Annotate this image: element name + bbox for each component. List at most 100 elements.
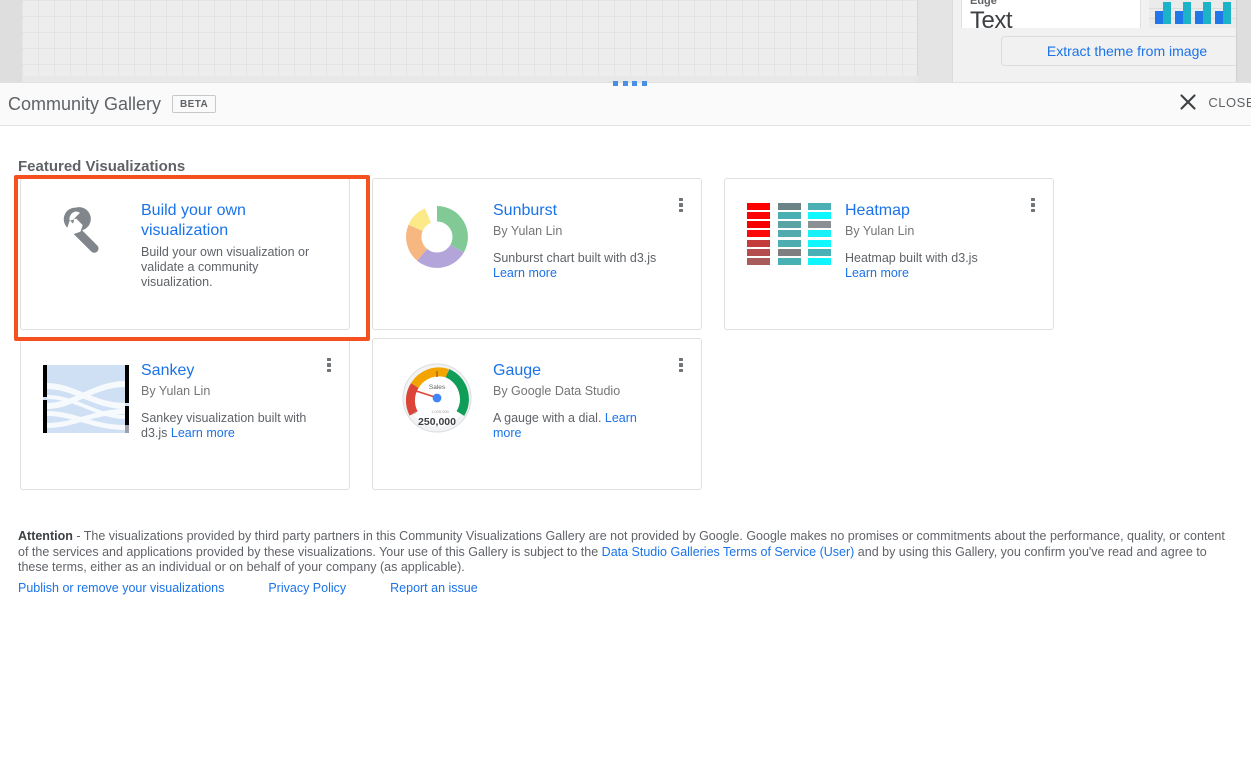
card-thumbnail <box>37 361 133 435</box>
heatmap-cell <box>747 221 770 228</box>
card-title[interactable]: Build your own visualization <box>141 201 323 241</box>
drag-dot <box>642 81 647 86</box>
gauge-max-tick: 1,000,000 <box>431 409 450 414</box>
card-description-text: A gauge with a dial. <box>493 411 605 425</box>
report-canvas[interactable] <box>22 0 918 76</box>
card-sunburst[interactable]: Sunburst By Yulan Lin Sunburst chart bui… <box>372 178 702 330</box>
card-title[interactable]: Gauge <box>493 361 659 381</box>
card-description-text: Sunburst chart built with d3.js <box>493 251 656 265</box>
report-an-issue-link[interactable]: Report an issue <box>390 581 478 595</box>
footer-links: Publish or remove your visualizations Pr… <box>18 581 478 595</box>
heatmap-cell <box>808 221 831 228</box>
card-title[interactable]: Sunburst <box>493 201 659 221</box>
card-overflow-menu-button[interactable] <box>669 353 693 377</box>
heatmap-cell <box>747 212 770 219</box>
heatmap-cell <box>808 203 831 210</box>
report-editor-background: Edge Text Extract theme from image <box>0 0 1251 82</box>
card-gauge[interactable]: Sales 0 1,000,000 250,000 Gauge By Googl… <box>372 338 702 490</box>
sankey-chart-thumbnail <box>39 363 131 435</box>
drag-dot <box>613 81 618 86</box>
card-thumbnail <box>37 201 133 275</box>
heatmap-cell <box>808 212 831 219</box>
heatmap-cell <box>747 230 770 237</box>
card-build-your-own-visualization[interactable]: Build your own visualization Build your … <box>20 178 350 330</box>
card-description: A gauge with a dial. Learn more <box>493 411 659 441</box>
heatmap-cell <box>747 258 770 265</box>
card-description: Build your own visualization or validate… <box>141 245 323 290</box>
menu-dot <box>327 358 331 362</box>
card-overflow-menu-button[interactable] <box>669 193 693 217</box>
wrench-icon <box>60 203 110 253</box>
theme-panel: Edge Text Extract theme from image <box>952 0 1251 82</box>
menu-dot <box>679 203 683 207</box>
gauge-chart-thumbnail: Sales 0 1,000,000 250,000 <box>402 363 472 433</box>
menu-dot <box>327 363 331 367</box>
card-overflow-menu-button[interactable] <box>317 353 341 377</box>
menu-dot <box>1031 203 1035 207</box>
heatmap-column <box>747 203 770 265</box>
card-title[interactable]: Heatmap <box>845 201 1011 221</box>
card-thumbnail <box>741 201 837 275</box>
close-label: CLOSE <box>1208 95 1251 110</box>
heatmap-cell <box>778 249 801 256</box>
card-title[interactable]: Sankey <box>141 361 307 381</box>
card-author: By Yulan Lin <box>845 224 1011 239</box>
card-sankey[interactable]: Sankey By Yulan Lin Sankey visualization… <box>20 338 350 490</box>
heatmap-cell <box>808 249 831 256</box>
attention-disclaimer: Attention - The visualizations provided … <box>18 529 1230 576</box>
heatmap-cell <box>747 240 770 247</box>
menu-dot <box>679 369 683 373</box>
learn-more-link[interactable]: Learn more <box>493 266 557 280</box>
menu-dot <box>327 369 331 373</box>
heatmap-column <box>778 203 801 265</box>
drag-dot <box>623 81 628 86</box>
panel-resize-drag-handle[interactable] <box>613 79 647 87</box>
gauge-metric-label: Sales <box>429 384 446 391</box>
card-author: By Google Data Studio <box>493 384 659 399</box>
heatmap-cell <box>778 230 801 237</box>
beta-badge: BETA <box>172 95 216 113</box>
card-author: By Yulan Lin <box>141 384 307 399</box>
heatmap-cell <box>778 258 801 265</box>
gauge-value: 250,000 <box>418 416 456 428</box>
menu-dot <box>679 358 683 362</box>
heatmap-cell <box>778 203 801 210</box>
canvas-right-gutter <box>918 0 952 82</box>
close-icon <box>1178 92 1198 112</box>
heatmap-column <box>808 203 831 265</box>
card-author: By Yulan Lin <box>493 224 659 239</box>
learn-more-link[interactable]: Learn more <box>171 426 235 440</box>
visualization-card-grid: Build your own visualization Build your … <box>20 178 1080 490</box>
card-description: Sankey visualization built with d3.js Le… <box>141 411 307 441</box>
menu-dot <box>679 363 683 367</box>
heatmap-cell <box>808 230 831 237</box>
gallery-header: Community Gallery BETA CLOSE <box>0 83 1251 126</box>
heatmap-cell <box>808 240 831 247</box>
card-thumbnail <box>389 201 485 275</box>
card-thumbnail: Sales 0 1,000,000 250,000 <box>389 361 485 435</box>
card-heatmap[interactable]: Heatmap By Yulan Lin Heatmap built with … <box>724 178 1054 330</box>
learn-more-link[interactable]: Learn more <box>845 266 909 280</box>
menu-dot <box>1031 198 1035 202</box>
canvas-left-gutter <box>0 0 22 82</box>
heatmap-cell <box>747 249 770 256</box>
card-description-text: Heatmap built with d3.js <box>845 251 978 265</box>
card-overflow-menu-button[interactable] <box>1021 193 1045 217</box>
drag-dot <box>632 81 637 86</box>
heatmap-cell <box>778 221 801 228</box>
section-title: Featured Visualizations <box>18 158 185 175</box>
terms-of-service-link[interactable]: Data Studio Galleries Terms of Service (… <box>602 545 855 559</box>
right-edge-strip <box>1236 0 1251 82</box>
card-description: Sunburst chart built with d3.js Learn mo… <box>493 251 659 281</box>
extract-theme-from-image-button[interactable]: Extract theme from image <box>1001 36 1251 66</box>
privacy-policy-link[interactable]: Privacy Policy <box>268 581 346 595</box>
publish-or-remove-link[interactable]: Publish or remove your visualizations <box>18 581 224 595</box>
heatmap-cell <box>778 240 801 247</box>
heatmap-cell <box>808 258 831 265</box>
menu-dot <box>679 198 683 202</box>
heatmap-cell <box>778 212 801 219</box>
menu-dot <box>679 209 683 213</box>
menu-dot <box>1031 209 1035 213</box>
heatmap-chart-thumbnail <box>747 203 831 265</box>
close-button[interactable]: CLOSE <box>1178 92 1251 112</box>
